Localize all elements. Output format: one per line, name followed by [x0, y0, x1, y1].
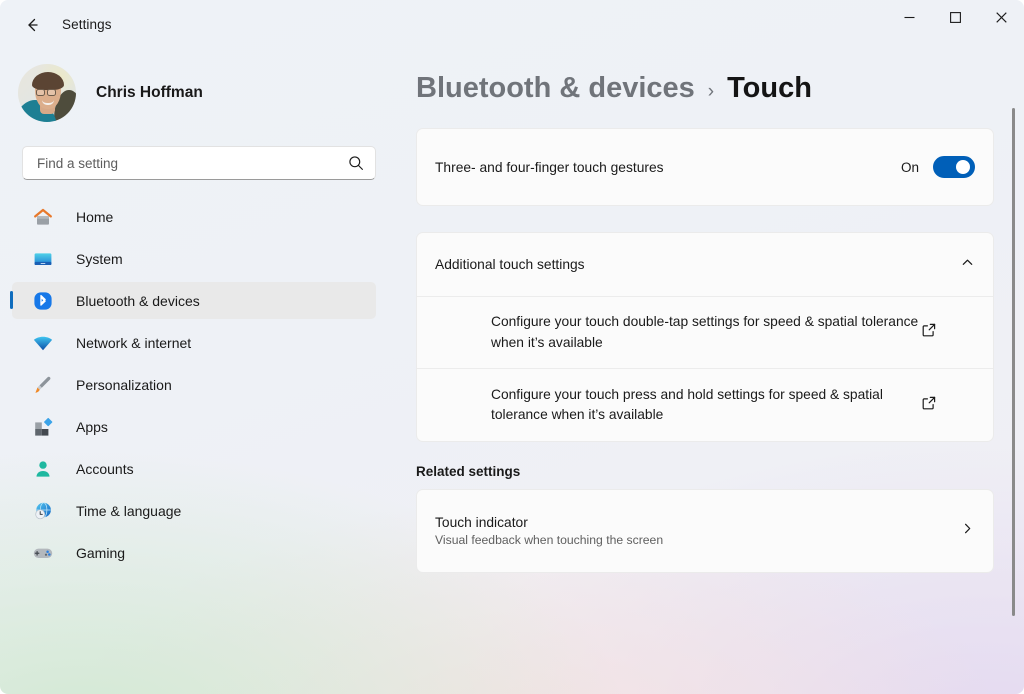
- search-box[interactable]: [22, 146, 376, 180]
- toggle-state-label: On: [901, 160, 919, 175]
- account-person-icon: [30, 456, 56, 482]
- user-profile[interactable]: Chris Hoffman: [18, 64, 400, 122]
- breadcrumb-separator-icon: ›: [708, 81, 714, 103]
- additional-touch-settings-label: Additional touch settings: [435, 257, 960, 272]
- avatar: [18, 64, 76, 122]
- breadcrumb-parent-link[interactable]: Bluetooth & devices: [416, 72, 695, 105]
- sidebar-item-label: Network & internet: [76, 335, 191, 351]
- scrollbar-track[interactable]: [1011, 100, 1017, 640]
- sidebar-item-label: Time & language: [76, 503, 181, 519]
- double-tap-settings-label: Configure your touch double-tap settings…: [491, 312, 921, 352]
- touch-indicator-row[interactable]: Touch indicator Visual feedback when tou…: [417, 490, 993, 572]
- sidebar-item-home[interactable]: Home: [12, 198, 376, 235]
- sidebar-item-personalization[interactable]: Personalization: [12, 366, 376, 403]
- sidebar-item-accounts[interactable]: Accounts: [12, 450, 376, 487]
- sidebar-item-network-and-internet[interactable]: Network & internet: [12, 324, 376, 361]
- minimize-icon: [904, 12, 915, 23]
- touch-gestures-toggle[interactable]: [933, 156, 975, 178]
- sidebar-item-bluetooth-and-devices[interactable]: Bluetooth & devices: [12, 282, 376, 319]
- settings-window: Settings: [0, 0, 1024, 694]
- system-icon: [30, 246, 56, 272]
- touch-gestures-card: Three- and four-finger touch gestures On: [416, 128, 994, 206]
- back-button[interactable]: [14, 8, 50, 40]
- paintbrush-icon: [30, 372, 56, 398]
- touch-indicator-title: Touch indicator: [435, 515, 960, 530]
- close-icon: [996, 12, 1007, 23]
- sidebar-item-label: Gaming: [76, 545, 125, 561]
- maximize-button[interactable]: [932, 0, 978, 34]
- back-arrow-icon: [23, 15, 42, 34]
- search-icon: [337, 147, 375, 179]
- gamepad-icon: [30, 540, 56, 566]
- sidebar-item-time-and-language[interactable]: Time & language: [12, 492, 376, 529]
- sidebar-item-label: System: [76, 251, 123, 267]
- touch-gestures-row: Three- and four-finger touch gestures On: [417, 129, 993, 205]
- chevron-right-icon: [960, 521, 975, 541]
- title-bar: Settings: [0, 0, 1024, 48]
- sidebar-item-label: Personalization: [76, 377, 172, 393]
- wifi-icon: [30, 330, 56, 356]
- related-settings-card: Touch indicator Visual feedback when tou…: [416, 489, 994, 573]
- profile-name: Chris Hoffman: [96, 84, 203, 102]
- chevron-up-icon: [960, 255, 975, 275]
- sidebar-item-label: Bluetooth & devices: [76, 293, 200, 309]
- main-content: Bluetooth & devices › Touch Three- and f…: [400, 48, 1024, 694]
- search-input[interactable]: [23, 156, 337, 171]
- sidebar-item-gaming[interactable]: Gaming: [12, 534, 376, 571]
- breadcrumb-current-page: Touch: [727, 72, 812, 105]
- double-tap-settings-row[interactable]: Configure your touch double-tap settings…: [417, 297, 993, 369]
- sidebar-item-label: Apps: [76, 419, 108, 435]
- sidebar-item-system[interactable]: System: [12, 240, 376, 277]
- sidebar-item-label: Home: [76, 209, 113, 225]
- press-and-hold-settings-label: Configure your touch press and hold sett…: [491, 385, 921, 425]
- app-title: Settings: [62, 17, 112, 32]
- external-link-icon: [921, 322, 937, 343]
- external-link-icon: [921, 395, 937, 416]
- press-and-hold-settings-row[interactable]: Configure your touch press and hold sett…: [417, 369, 993, 441]
- minimize-button[interactable]: [886, 0, 932, 34]
- sidebar-item-label: Accounts: [76, 461, 134, 477]
- breadcrumb: Bluetooth & devices › Touch: [416, 72, 1024, 105]
- bluetooth-icon: [30, 288, 56, 314]
- additional-touch-settings-expander[interactable]: Additional touch settings: [417, 233, 993, 297]
- sidebar: Chris Hoffman H: [0, 48, 400, 694]
- close-button[interactable]: [978, 0, 1024, 34]
- navigation-list: Home: [0, 198, 400, 571]
- maximize-icon: [950, 12, 961, 23]
- touch-indicator-subtitle: Visual feedback when touching the screen: [435, 533, 960, 547]
- toggle-knob: [956, 160, 970, 174]
- related-settings-heading: Related settings: [416, 464, 1024, 479]
- home-icon: [30, 204, 56, 230]
- additional-touch-settings-card: Additional touch settings Configure your…: [416, 232, 994, 442]
- scrollbar-thumb[interactable]: [1012, 108, 1015, 616]
- clock-globe-icon: [30, 498, 56, 524]
- touch-gestures-label: Three- and four-finger touch gestures: [435, 160, 901, 175]
- window-controls: [886, 0, 1024, 34]
- apps-icon: [30, 414, 56, 440]
- sidebar-item-apps[interactable]: Apps: [12, 408, 376, 445]
